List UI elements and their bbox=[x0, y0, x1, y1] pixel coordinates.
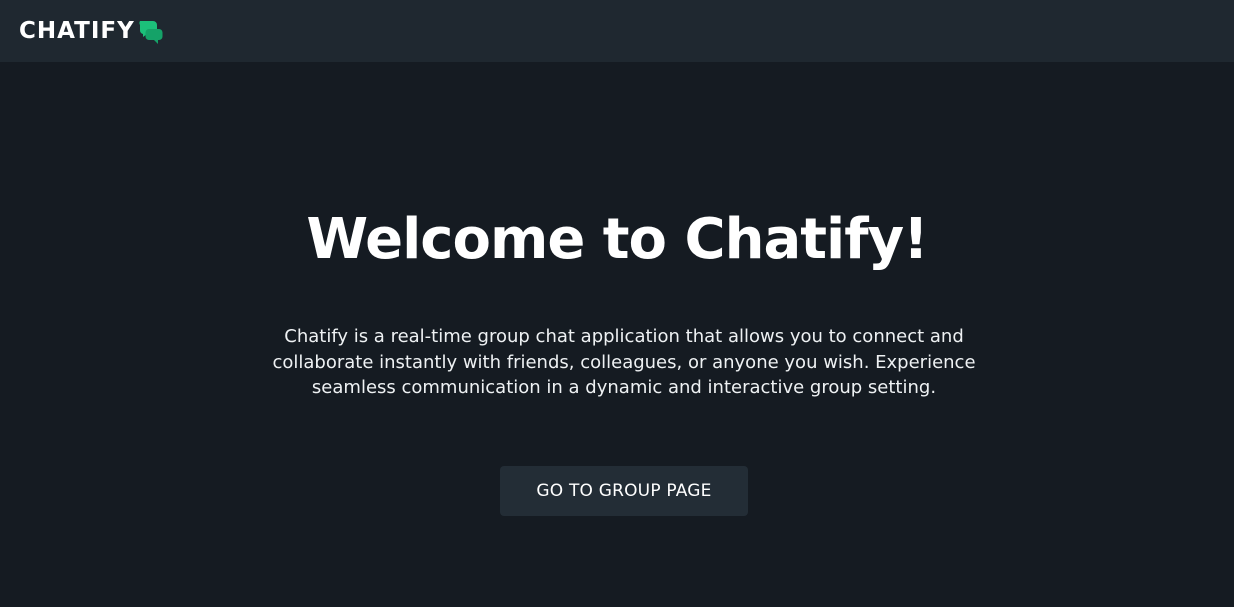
chat-bubbles-icon bbox=[137, 18, 165, 46]
hero-description: Chatify is a real-time group chat applic… bbox=[272, 326, 976, 398]
top-navbar: CHATIFY bbox=[0, 0, 1234, 62]
page-title: Welcome to Chatify! bbox=[306, 207, 928, 272]
hero-section: Welcome to Chatify! Chatify is a real-ti… bbox=[0, 62, 1234, 607]
go-to-group-page-button[interactable]: GO TO GROUP PAGE bbox=[500, 466, 748, 516]
brand-name: CHATIFY bbox=[19, 17, 135, 44]
brand-logo-link[interactable]: CHATIFY bbox=[19, 17, 165, 46]
